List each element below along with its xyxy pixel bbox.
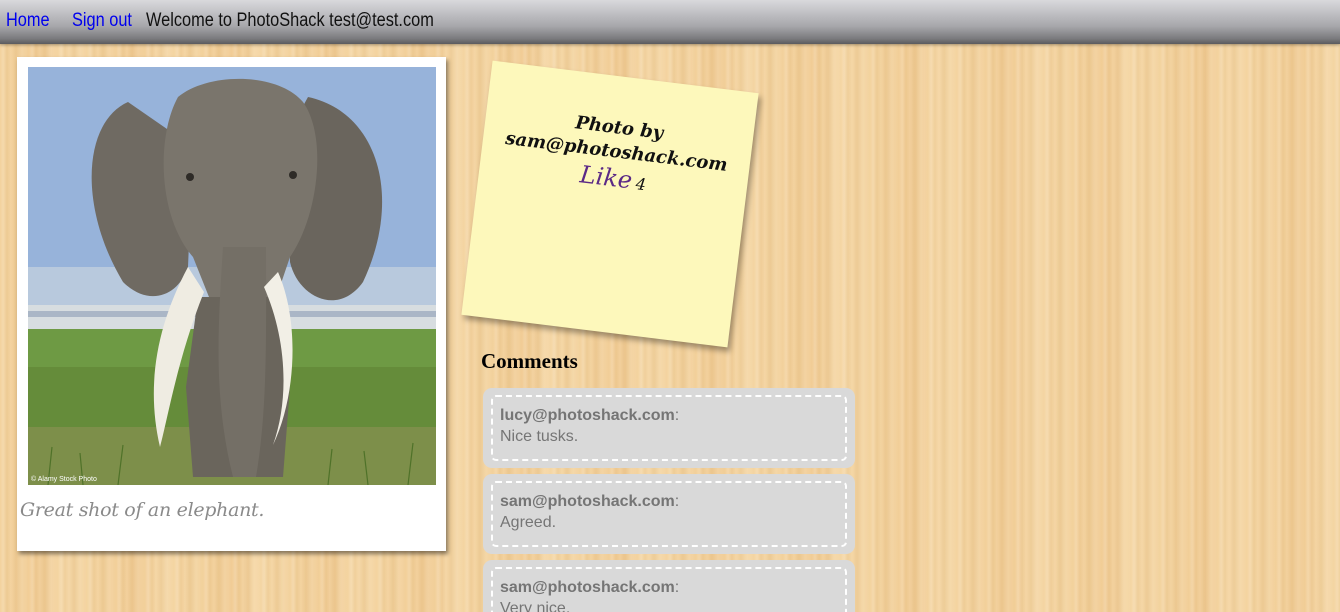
photo-card: © Alamy Stock Photo Great shot of an ele…: [17, 57, 446, 551]
sign-out-link[interactable]: Sign out: [72, 10, 132, 32]
comment-author: sam@photoshack.com: [500, 493, 675, 510]
comment-author: lucy@photoshack.com: [500, 407, 675, 424]
welcome-message: Welcome to PhotoShack test@test.com: [146, 10, 434, 31]
comment-separator: :: [674, 493, 680, 510]
photo-watermark: © Alamy Stock Photo: [31, 475, 97, 483]
comment-author: sam@photoshack.com: [500, 579, 675, 596]
comment-body: lucy@photoshack.com: Nice tusks.: [491, 395, 847, 461]
comment-item: sam@photoshack.com: Agreed.: [483, 474, 855, 554]
home-link[interactable]: Home: [6, 10, 50, 32]
comment-item: lucy@photoshack.com: Nice tusks.: [483, 388, 855, 468]
top-nav-bar: Home Sign out Welcome to PhotoShack test…: [0, 0, 1340, 44]
comment-body: sam@photoshack.com: Very nice.: [491, 567, 847, 612]
comment-separator: :: [674, 579, 680, 596]
sticky-note: Photo by sam@photoshack.com Like4: [461, 60, 759, 348]
comment-separator: :: [674, 407, 680, 424]
comment-body: sam@photoshack.com: Agreed.: [491, 481, 847, 547]
elephant-photo: © Alamy Stock Photo: [28, 67, 436, 485]
like-button[interactable]: Like: [578, 160, 633, 194]
comment-text: Agreed.: [500, 514, 557, 531]
comment-text: Very nice.: [500, 600, 571, 612]
photo-caption: Great shot of an elephant.: [20, 499, 265, 521]
like-count: 4: [634, 174, 648, 195]
comments-heading: Comments: [481, 349, 578, 373]
comment-text: Nice tusks.: [500, 428, 579, 445]
comment-item: sam@photoshack.com: Very nice.: [483, 560, 855, 612]
